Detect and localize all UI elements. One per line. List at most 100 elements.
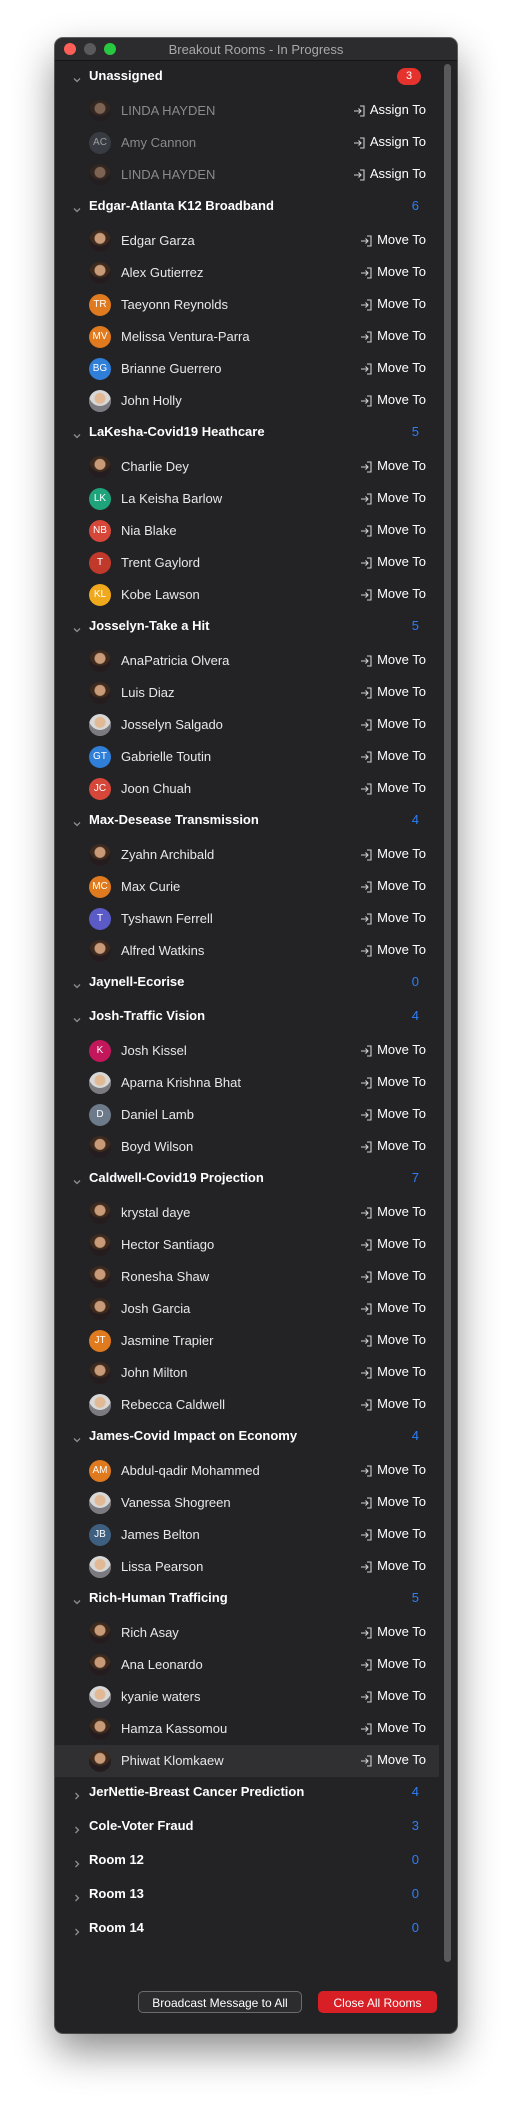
move-to-button[interactable]: Move To (360, 232, 426, 250)
move-to-button[interactable]: Move To (360, 878, 426, 896)
participant-row[interactable]: GT Gabrielle Toutin Move To (55, 741, 439, 773)
move-to-button[interactable]: Move To (360, 1656, 426, 1674)
participant-row[interactable]: Alfred Watkins Move To (55, 935, 439, 967)
participant-row[interactable]: T Trent Gaylord Move To (55, 547, 439, 579)
participant-row[interactable]: John Milton Move To (55, 1357, 439, 1389)
room-header[interactable]: Room 14 0 (55, 1913, 439, 1947)
participant-row[interactable]: D Daniel Lamb Move To (55, 1099, 439, 1131)
room-header[interactable]: Edgar-Atlanta K12 Broadband 6 (55, 191, 439, 225)
move-to-button[interactable]: Move To (360, 1752, 426, 1770)
chevron-down-icon[interactable] (73, 1431, 81, 1443)
participant-row[interactable]: Josselyn Salgado Move To (55, 709, 439, 741)
participant-row[interactable]: JC Joon Chuah Move To (55, 773, 439, 805)
assign-to-button[interactable]: Assign To (353, 166, 426, 184)
chevron-right-icon[interactable] (73, 1923, 80, 1936)
chevron-down-icon[interactable] (73, 621, 81, 633)
move-to-button[interactable]: Move To (360, 328, 426, 346)
participant-row[interactable]: krystal daye Move To (55, 1197, 439, 1229)
move-to-button[interactable]: Move To (360, 490, 426, 508)
room-header[interactable]: James-Covid Impact on Economy 4 (55, 1421, 439, 1455)
participant-row[interactable]: NB Nia Blake Move To (55, 515, 439, 547)
move-to-button[interactable]: Move To (360, 458, 426, 476)
participant-row[interactable]: Aparna Krishna Bhat Move To (55, 1067, 439, 1099)
participant-row[interactable]: Vanessa Shogreen Move To (55, 1487, 439, 1519)
move-to-button[interactable]: Move To (360, 522, 426, 540)
participant-row[interactable]: Hamza Kassomou Move To (55, 1713, 439, 1745)
participant-row[interactable]: Lissa Pearson Move To (55, 1551, 439, 1583)
move-to-button[interactable]: Move To (360, 1364, 426, 1382)
room-header[interactable]: Josh-Traffic Vision 4 (55, 1001, 439, 1035)
move-to-button[interactable]: Move To (360, 1204, 426, 1222)
participant-row[interactable]: Charlie Dey Move To (55, 451, 439, 483)
participant-row[interactable]: Hector Santiago Move To (55, 1229, 439, 1261)
room-header[interactable]: Josselyn-Take a Hit 5 (55, 611, 439, 645)
scrollbar-thumb[interactable] (444, 64, 451, 1962)
assign-to-button[interactable]: Assign To (353, 134, 426, 152)
move-to-button[interactable]: Move To (360, 1688, 426, 1706)
participant-row[interactable]: T Tyshawn Ferrell Move To (55, 903, 439, 935)
move-to-button[interactable]: Move To (360, 684, 426, 702)
move-to-button[interactable]: Move To (360, 1106, 426, 1124)
chevron-down-icon[interactable] (73, 815, 81, 827)
room-header[interactable]: JerNettie-Breast Cancer Prediction 4 (55, 1777, 439, 1811)
move-to-button[interactable]: Move To (360, 1396, 426, 1414)
chevron-down-icon[interactable] (73, 977, 81, 989)
move-to-button[interactable]: Move To (360, 1300, 426, 1318)
participant-row[interactable]: JT Jasmine Trapier Move To (55, 1325, 439, 1357)
participant-row[interactable]: JB James Belton Move To (55, 1519, 439, 1551)
move-to-button[interactable]: Move To (360, 1624, 426, 1642)
room-header[interactable]: Unassigned 3 (55, 61, 439, 95)
participant-row[interactable]: TR Taeyonn Reynolds Move To (55, 289, 439, 321)
move-to-button[interactable]: Move To (360, 1236, 426, 1254)
participant-row[interactable]: kyanie waters Move To (55, 1681, 439, 1713)
move-to-button[interactable]: Move To (360, 1138, 426, 1156)
room-header[interactable]: Jaynell-Ecorise 0 (55, 967, 439, 1001)
chevron-right-icon[interactable] (73, 1787, 80, 1800)
move-to-button[interactable]: Move To (360, 1494, 426, 1512)
participant-row[interactable]: K Josh Kissel Move To (55, 1035, 439, 1067)
participant-row[interactable]: LINDA HAYDEN Assign To (55, 159, 439, 191)
participant-row[interactable]: Rebecca Caldwell Move To (55, 1389, 439, 1421)
move-to-button[interactable]: Move To (360, 652, 426, 670)
participant-row[interactable]: Rich Asay Move To (55, 1617, 439, 1649)
chevron-right-icon[interactable] (73, 1821, 80, 1834)
chevron-down-icon[interactable] (73, 71, 81, 83)
chevron-down-icon[interactable] (73, 427, 81, 439)
chevron-right-icon[interactable] (73, 1855, 80, 1868)
participant-row[interactable]: Ronesha Shaw Move To (55, 1261, 439, 1293)
participant-row[interactable]: AM Abdul-qadir Mohammed Move To (55, 1455, 439, 1487)
room-header[interactable]: Max-Desease Transmission 4 (55, 805, 439, 839)
move-to-button[interactable]: Move To (360, 1558, 426, 1576)
participant-row[interactable]: Luis Diaz Move To (55, 677, 439, 709)
move-to-button[interactable]: Move To (360, 942, 426, 960)
close-all-rooms-button[interactable]: Close All Rooms (318, 1991, 437, 2013)
move-to-button[interactable]: Move To (360, 1526, 426, 1544)
move-to-button[interactable]: Move To (360, 264, 426, 282)
move-to-button[interactable]: Move To (360, 846, 426, 864)
participant-row[interactable]: Boyd Wilson Move To (55, 1131, 439, 1163)
move-to-button[interactable]: Move To (360, 1074, 426, 1092)
room-header[interactable]: Rich-Human Trafficing 5 (55, 1583, 439, 1617)
participant-row[interactable]: AnaPatricia Olvera Move To (55, 645, 439, 677)
participant-row[interactable]: Josh Garcia Move To (55, 1293, 439, 1325)
assign-to-button[interactable]: Assign To (353, 102, 426, 120)
participant-row[interactable]: KL Kobe Lawson Move To (55, 579, 439, 611)
move-to-button[interactable]: Move To (360, 554, 426, 572)
chevron-down-icon[interactable] (73, 201, 81, 213)
room-header[interactable]: LaKesha-Covid19 Heathcare 5 (55, 417, 439, 451)
move-to-button[interactable]: Move To (360, 1042, 426, 1060)
room-header[interactable]: Cole-Voter Fraud 3 (55, 1811, 439, 1845)
scrollbar[interactable] (441, 64, 453, 1990)
chevron-right-icon[interactable] (73, 1889, 80, 1902)
participant-row[interactable]: Zyahn Archibald Move To (55, 839, 439, 871)
participant-row[interactable]: John Holly Move To (55, 385, 439, 417)
move-to-button[interactable]: Move To (360, 1268, 426, 1286)
participant-row[interactable]: MV Melissa Ventura-Parra Move To (55, 321, 439, 353)
broadcast-message-button[interactable]: Broadcast Message to All (138, 1991, 302, 2013)
chevron-down-icon[interactable] (73, 1011, 81, 1023)
participant-row[interactable]: AC Amy Cannon Assign To (55, 127, 439, 159)
move-to-button[interactable]: Move To (360, 748, 426, 766)
participant-row[interactable]: Edgar Garza Move To (55, 225, 439, 257)
room-header[interactable]: Room 13 0 (55, 1879, 439, 1913)
chevron-down-icon[interactable] (73, 1173, 81, 1185)
